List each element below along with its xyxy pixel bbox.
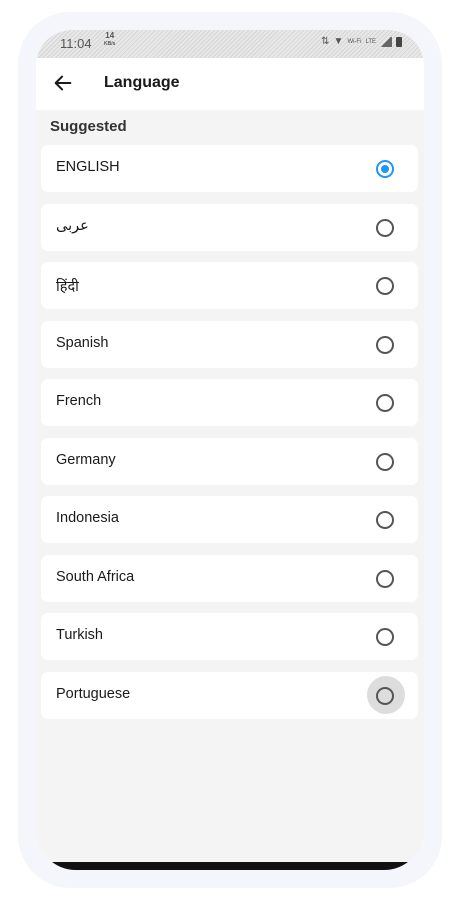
language-label: Portuguese xyxy=(56,685,131,702)
language-label: Indonesia xyxy=(56,510,119,526)
radio-unchecked-icon[interactable] xyxy=(376,394,394,412)
status-icons: ⇅ ▼ Wi-Fi LTE xyxy=(321,36,402,47)
network-speed: 14 KB/s xyxy=(104,32,115,48)
status-bar: 11:04 14 KB/s ⇅ ▼ Wi-Fi LTE xyxy=(36,30,424,58)
wifi-label: Wi-Fi xyxy=(347,38,362,45)
battery-icon xyxy=(396,36,402,47)
language-label: हिंदी xyxy=(56,279,79,295)
radio-unchecked-icon[interactable] xyxy=(376,452,394,471)
language-option[interactable]: हिंदी xyxy=(41,262,418,309)
language-label: Spanish xyxy=(56,334,109,351)
language-list: ENGLISH عربى हिंदी Spanish French Germany Indo… xyxy=(41,145,418,730)
language-label: ENGLISH xyxy=(56,159,120,175)
language-label: South Africa xyxy=(56,568,135,585)
language-option[interactable]: South Africa xyxy=(41,554,418,602)
language-option[interactable]: French xyxy=(41,379,418,426)
signal-icon xyxy=(380,36,392,47)
page-title: Language xyxy=(104,74,180,91)
network-speed-unit: KB/s xyxy=(104,41,116,47)
network-type: LTE xyxy=(365,38,376,45)
radio-unchecked-icon[interactable] xyxy=(376,569,394,588)
language-option[interactable]: عربى xyxy=(41,203,418,251)
app-bar: Language xyxy=(36,58,424,110)
data-arrows-icon: ⇅ xyxy=(321,36,330,47)
network-speed-value: 14 xyxy=(105,31,115,40)
language-option[interactable]: Indonesia xyxy=(41,496,418,543)
home-indicator xyxy=(36,862,424,870)
language-label: Germany xyxy=(56,451,116,468)
language-label: French xyxy=(56,393,102,409)
radio-unchecked-icon[interactable] xyxy=(376,277,394,295)
wifi-icon: ▼ xyxy=(333,36,344,47)
language-label: عربى xyxy=(56,217,89,234)
language-option[interactable]: Spanish xyxy=(41,320,418,368)
radio-unchecked-icon[interactable] xyxy=(376,628,394,646)
language-option[interactable]: Portuguese xyxy=(41,671,418,719)
status-time: 11:04 xyxy=(60,36,92,51)
language-option[interactable]: Turkish xyxy=(41,613,418,660)
radio-unchecked-icon[interactable] xyxy=(376,511,394,529)
radio-unchecked-icon[interactable] xyxy=(376,218,394,237)
radio-checked-icon[interactable] xyxy=(376,160,394,178)
radio-unchecked-icon[interactable] xyxy=(376,686,394,705)
section-title: Suggested xyxy=(50,118,127,135)
language-label: Turkish xyxy=(56,627,103,643)
phone-screen: 11:04 14 KB/s ⇅ ▼ Wi-Fi LTE Language Sug… xyxy=(36,30,424,870)
language-option[interactable]: Germany xyxy=(41,437,418,485)
arrow-left-icon[interactable] xyxy=(52,72,74,94)
radio-unchecked-icon[interactable] xyxy=(376,335,394,354)
language-option[interactable]: ENGLISH xyxy=(41,145,418,192)
